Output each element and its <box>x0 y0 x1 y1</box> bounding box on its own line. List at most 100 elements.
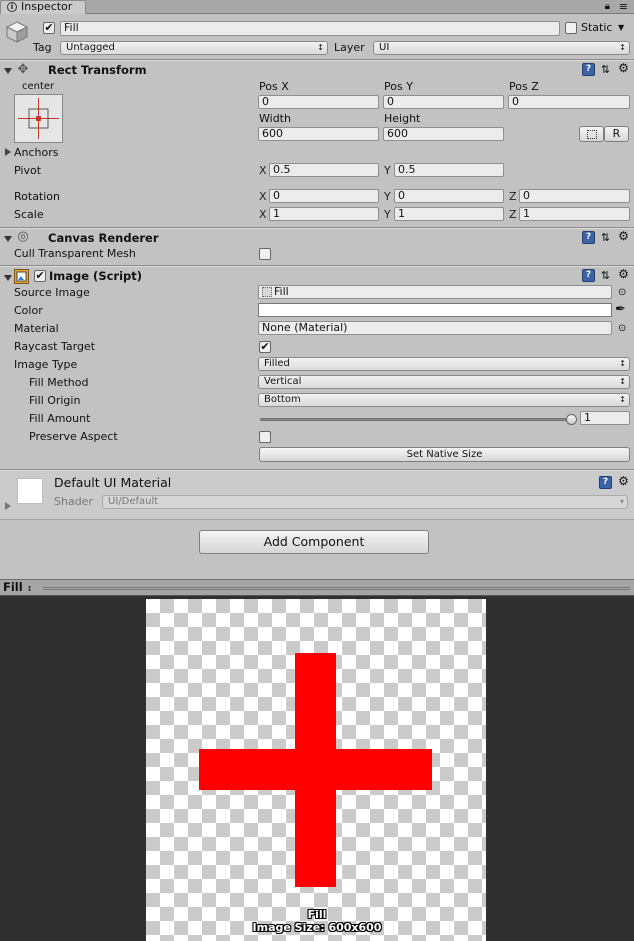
scale-z-field[interactable]: 1 <box>519 207 630 221</box>
scale-label: Scale <box>14 208 44 221</box>
anchors-label[interactable]: Anchors <box>14 146 59 160</box>
fill-method-value: Vertical <box>264 376 302 387</box>
color-label: Color <box>14 304 43 317</box>
gear-icon[interactable]: ⚙ <box>617 230 630 243</box>
fill-origin-value: Bottom <box>264 394 301 405</box>
image-preview: Fill Image Size: 600x600 <box>0 596 634 941</box>
width-label: Width <box>259 112 291 125</box>
layer-dropdown-value: UI <box>379 42 390 53</box>
cull-transparent-mesh-checkbox[interactable] <box>259 248 271 260</box>
foldout-expanded-icon[interactable] <box>4 275 12 281</box>
rect-transform-icon: ✥ <box>17 62 29 77</box>
lock-icon[interactable]: 🔒︎ <box>605 0 610 13</box>
fill-amount-field[interactable]: 1 <box>580 411 630 425</box>
dropdown-arrow-icon: ↕ <box>619 43 626 52</box>
pos-z-label: Pos Z <box>509 80 539 93</box>
material-label: Material <box>14 322 59 335</box>
fill-origin-dropdown[interactable]: Bottom ↕ <box>258 393 630 407</box>
gear-icon[interactable]: ⚙ <box>617 268 630 281</box>
add-component-button[interactable]: Add Component <box>199 530 429 554</box>
scale-z-axis-label: Z <box>509 208 517 221</box>
transparency-checkerboard <box>146 599 486 941</box>
preview-cross-horizontal <box>199 749 432 790</box>
rect-transform-title[interactable]: Rect Transform <box>48 63 147 77</box>
preview-image-name: Fill <box>307 908 327 921</box>
gear-icon[interactable]: ⚙ <box>617 475 630 488</box>
static-checkbox[interactable] <box>565 22 577 34</box>
preview-title-dropdown[interactable]: Fill ↕ <box>3 581 39 595</box>
help-icon[interactable]: ? <box>582 63 595 76</box>
tab-inspector-label: Inspector <box>21 0 73 13</box>
blueprint-mode-button[interactable] <box>579 126 604 142</box>
set-native-size-button[interactable]: Set Native Size <box>259 447 630 462</box>
anchor-preset-icon <box>18 98 59 139</box>
shader-label: Shader <box>54 495 93 508</box>
static-dropdown-icon[interactable]: ▼ <box>618 21 624 35</box>
blueprint-icon <box>587 130 597 139</box>
pos-x-field[interactable]: 0 <box>258 95 379 109</box>
material-name: Default UI Material <box>54 475 172 490</box>
image-enabled-checkbox[interactable]: ✔ <box>34 270 46 282</box>
image-type-dropdown[interactable]: Filled ↕ <box>258 357 630 371</box>
anchors-foldout-icon[interactable] <box>5 148 11 156</box>
raw-edit-button[interactable]: R <box>604 126 629 142</box>
pos-z-field[interactable]: 0 <box>508 95 630 109</box>
scale-y-field[interactable]: 1 <box>394 207 504 221</box>
preset-icon[interactable]: ⇅ <box>599 231 612 244</box>
rotation-y-field[interactable]: 0 <box>394 189 504 203</box>
anchor-preset-button[interactable] <box>14 94 63 143</box>
rotation-x-field[interactable]: 0 <box>269 189 379 203</box>
raycast-target-checkbox[interactable]: ✔ <box>259 341 271 353</box>
tag-dropdown-value: Untagged <box>66 42 115 53</box>
rotation-x-axis-label: X <box>259 190 267 203</box>
dropdown-arrow-icon: ↕ <box>619 359 626 368</box>
scale-x-field[interactable]: 1 <box>269 207 379 221</box>
fill-method-dropdown[interactable]: Vertical ↕ <box>258 375 630 389</box>
preview-resize-handle[interactable] <box>43 587 630 590</box>
gameobject-cube-icon <box>5 20 29 44</box>
source-image-field[interactable]: Fill <box>258 285 612 299</box>
scale-y-axis-label: Y <box>384 208 391 221</box>
pivot-x-axis-label: X <box>259 164 267 177</box>
shader-dropdown[interactable]: UI/Default ▾ <box>102 495 628 509</box>
help-icon[interactable]: ? <box>599 476 612 489</box>
canvas-renderer-icon: ◎ <box>17 229 29 244</box>
color-field[interactable] <box>258 303 612 317</box>
material-foldout-icon[interactable] <box>5 502 11 510</box>
tab-inspector[interactable]: i Inspector <box>0 0 86 14</box>
scale-x-axis-label: X <box>259 208 267 221</box>
rotation-y-axis-label: Y <box>384 190 391 203</box>
cull-transparent-mesh-label: Cull Transparent Mesh <box>14 247 136 260</box>
preserve-aspect-checkbox[interactable] <box>259 431 271 443</box>
fill-amount-slider-track[interactable] <box>260 418 572 421</box>
layer-dropdown[interactable]: UI ↕ <box>373 41 630 55</box>
preset-icon[interactable]: ⇅ <box>599 269 612 282</box>
height-field[interactable]: 600 <box>383 127 504 141</box>
image-type-value: Filled <box>264 358 290 369</box>
help-icon[interactable]: ? <box>582 231 595 244</box>
foldout-expanded-icon[interactable] <box>4 68 12 74</box>
eyedropper-icon[interactable]: ✒︎ <box>615 302 626 318</box>
tag-dropdown[interactable]: Untagged ↕ <box>60 41 328 55</box>
object-picker-icon[interactable]: ⊙ <box>618 286 626 300</box>
foldout-expanded-icon[interactable] <box>4 236 12 242</box>
width-field[interactable]: 600 <box>258 127 379 141</box>
material-preview-swatch <box>17 478 43 504</box>
pivot-label: Pivot <box>14 164 42 177</box>
object-picker-icon[interactable]: ⊙ <box>618 322 626 336</box>
pivot-x-field[interactable]: 0.5 <box>269 163 379 177</box>
preview-header-bar: Fill ↕ <box>0 579 634 596</box>
pivot-y-field[interactable]: 0.5 <box>394 163 504 177</box>
material-field[interactable]: None (Material) <box>258 321 612 335</box>
help-icon[interactable]: ? <box>582 269 595 282</box>
gear-icon[interactable]: ⚙ <box>617 62 630 75</box>
active-checkbox[interactable]: ✔ <box>43 22 55 34</box>
tab-menu-icon[interactable]: ≡ <box>619 0 628 13</box>
fill-amount-slider-thumb[interactable] <box>566 414 577 425</box>
image-script-title[interactable]: Image (Script) <box>49 269 142 283</box>
preset-icon[interactable]: ⇅ <box>599 63 612 76</box>
canvas-renderer-title[interactable]: Canvas Renderer <box>48 231 159 245</box>
object-name-field[interactable]: Fill <box>60 21 560 36</box>
rotation-z-field[interactable]: 0 <box>519 189 630 203</box>
pos-y-field[interactable]: 0 <box>383 95 504 109</box>
